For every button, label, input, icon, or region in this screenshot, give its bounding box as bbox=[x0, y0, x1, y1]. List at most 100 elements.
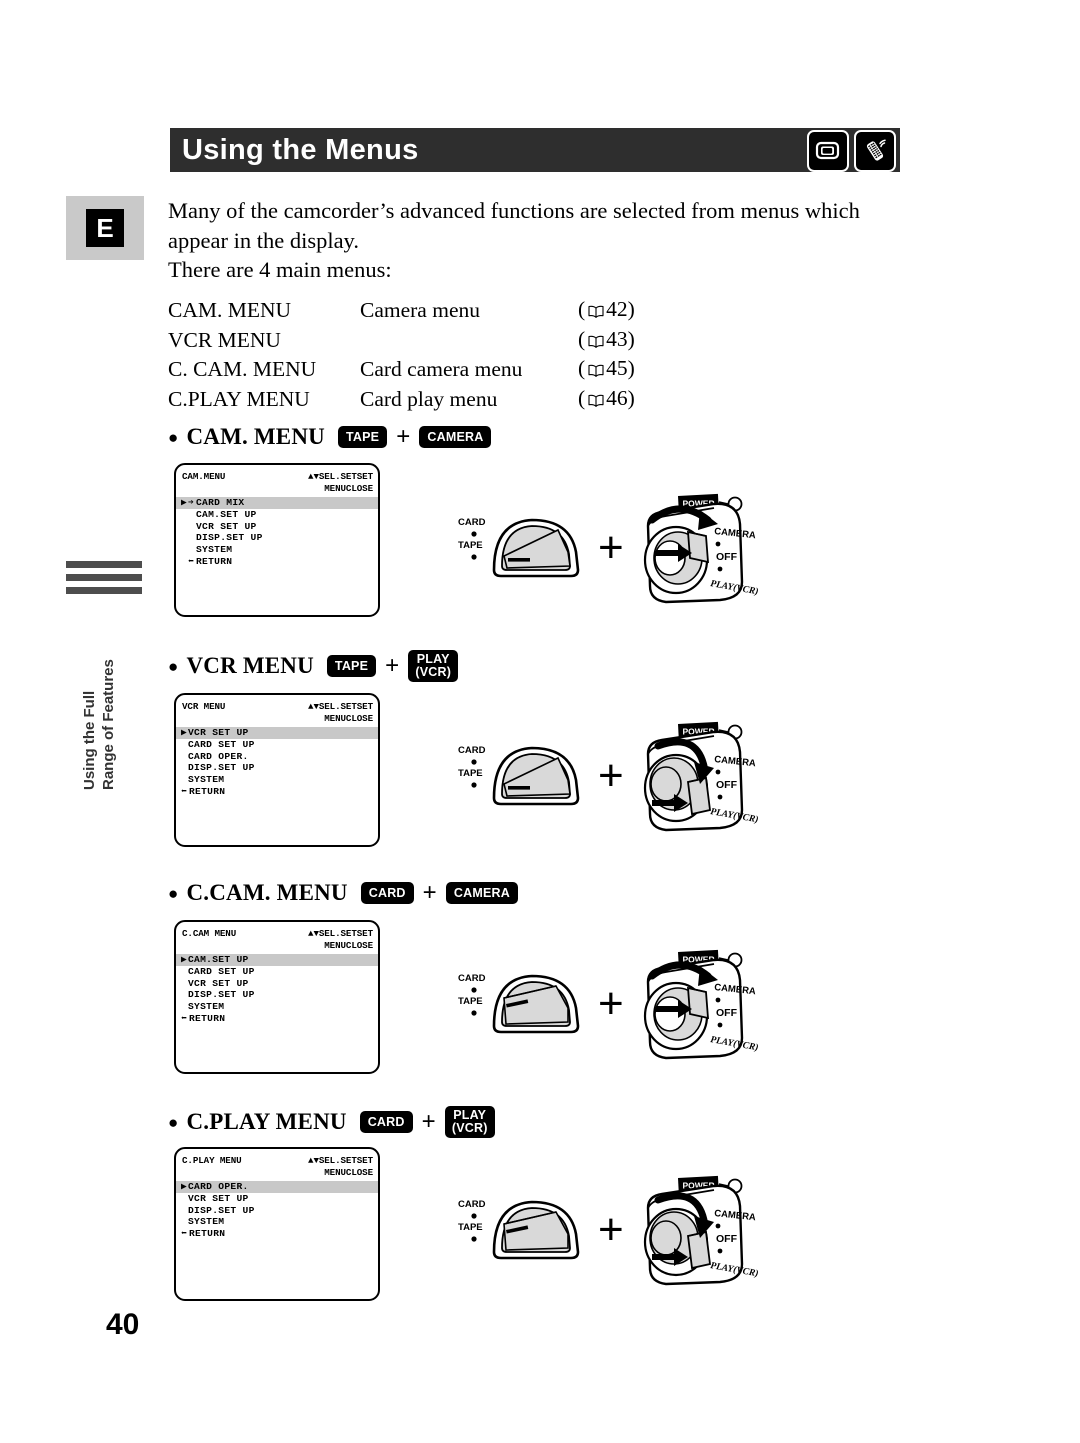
svg-text:CARD: CARD bbox=[458, 517, 486, 528]
list-item[interactable]: ▶➔ CARD MIX bbox=[176, 497, 378, 509]
section-title: C.CAM. MENU bbox=[186, 880, 348, 905]
list-item[interactable]: ⬅ RETURN bbox=[176, 556, 378, 568]
list-item[interactable]: DISP.SET UP bbox=[176, 989, 378, 1001]
menu-name: VCR MENU bbox=[168, 327, 281, 352]
book-icon bbox=[588, 328, 604, 356]
list-item[interactable]: SYSTEM bbox=[176, 774, 378, 786]
badge-label: CARD bbox=[367, 1115, 405, 1129]
language-tab-label: E bbox=[86, 209, 124, 247]
svg-text:+: + bbox=[598, 979, 624, 1028]
list-item[interactable]: CARD SET UP bbox=[176, 739, 378, 751]
list-item[interactable]: ⬅ RETURN bbox=[176, 1228, 378, 1240]
list-item-label: RETURN bbox=[196, 555, 233, 567]
svg-text:TAPE: TAPE bbox=[458, 996, 483, 1007]
svg-text:CARD: CARD bbox=[458, 1199, 486, 1210]
stripe bbox=[66, 574, 142, 581]
lcd-title: VCR MENU bbox=[182, 701, 226, 712]
list-item[interactable]: ▶VCR SET UP bbox=[176, 727, 378, 739]
list-item[interactable]: ▶CARD OPER. bbox=[176, 1181, 378, 1193]
arrow-left-icon: ⬅ bbox=[181, 1228, 188, 1240]
list-item[interactable]: DISP.SET UP bbox=[176, 532, 378, 544]
lcd-hint-line2: MENUCLOSE bbox=[324, 712, 373, 724]
menu-page-ref: (45) bbox=[578, 355, 668, 385]
list-item-label: VCR SET UP bbox=[188, 1192, 249, 1204]
badge-label: CAMERA bbox=[427, 430, 484, 444]
section-title: VCR MENU bbox=[186, 653, 314, 678]
section-heading-c-cam-menu: ● C.CAM. MENU CARD + CAMERA bbox=[168, 880, 518, 906]
list-item[interactable]: CAM.SET UP bbox=[176, 509, 378, 521]
page-number: 40 bbox=[106, 1308, 140, 1341]
lcd-hint-line2: MENUCLOSE bbox=[324, 482, 373, 494]
badge-card: CARD bbox=[360, 882, 414, 904]
bullet-icon: ● bbox=[168, 883, 179, 903]
illustration-c-cam-menu: CARD TAPE + POWER CAMERA OFF PLAY(VCR) bbox=[452, 946, 762, 1066]
list-item[interactable]: DISP.SET UP bbox=[176, 762, 378, 774]
lcd-title: C.PLAY MENU bbox=[182, 1155, 242, 1166]
list-item[interactable]: DISP.SET UP bbox=[176, 1205, 378, 1217]
cursor-icon: ▶ bbox=[181, 497, 188, 508]
list-item-label: CARD SET UP bbox=[188, 965, 255, 977]
list-item-label: DISP.SET UP bbox=[196, 532, 263, 544]
lcd-header: C.CAM MENU ▲▼SEL.SETSET MENUCLOSE bbox=[176, 922, 378, 951]
bullet-icon: ● bbox=[168, 656, 179, 676]
plus-symbol: + bbox=[421, 1108, 436, 1135]
list-item[interactable]: VCR SET UP bbox=[176, 1193, 378, 1205]
section-heading-c-play-menu: ● C.PLAY MENU CARD + PLAY (VCR) bbox=[168, 1106, 495, 1138]
list-item[interactable]: ⬅ RETURN bbox=[176, 1013, 378, 1025]
page-ref-number: 46 bbox=[606, 385, 628, 410]
menu-name: CAM. MENU bbox=[168, 298, 292, 322]
list-item-label: CARD MIX bbox=[196, 497, 245, 508]
book-icon bbox=[588, 387, 604, 415]
lcd-title: CAM.MENU bbox=[182, 471, 226, 482]
list-item-label: VCR SET UP bbox=[196, 520, 257, 532]
lcd-screen-c-cam-menu: C.CAM MENU ▲▼SEL.SETSET MENUCLOSE ▶CAM.S… bbox=[174, 920, 380, 1074]
list-item-label: RETURN bbox=[189, 1012, 226, 1024]
list-item[interactable]: ▶CAM.SET UP bbox=[176, 954, 378, 966]
list-item[interactable]: SYSTEM bbox=[176, 544, 378, 556]
lcd-hints: ▲▼SEL.SETSET MENUCLOSE bbox=[308, 471, 373, 494]
badge-label: CARD bbox=[368, 886, 406, 900]
illustration-c-play-menu: CARD TAPE + POWER CAMERA OFF PLAY(VCR) bbox=[452, 1172, 762, 1292]
lcd-hints: ▲▼SEL.SETSET MENUCLOSE bbox=[308, 1155, 373, 1178]
tape-card-dial-and-power-dial: CARD TAPE + POWER CAMERA OFF PLAY(VCR) bbox=[458, 949, 759, 1060]
list-item-label: RETURN bbox=[189, 1228, 226, 1240]
menu-desc bbox=[360, 326, 578, 356]
cursor-icon: ▶ bbox=[181, 1181, 188, 1192]
lcd-header: VCR MENU ▲▼SEL.SETSET MENUCLOSE bbox=[176, 695, 378, 724]
svg-text:CARD: CARD bbox=[458, 745, 486, 756]
main-menus-table: CAM. MENU Camera menu (42) VCR MENU (43)… bbox=[168, 296, 668, 414]
badge-tape: TAPE bbox=[326, 655, 377, 677]
svg-text:CARD: CARD bbox=[458, 973, 486, 984]
svg-text:OFF: OFF bbox=[716, 551, 738, 563]
lcd-header: CAM.MENU ▲▼SEL.SETSET MENUCLOSE bbox=[176, 465, 378, 494]
menu-name: C. CAM. MENU bbox=[168, 357, 317, 381]
lcd-item-list: ▶CARD OPER. VCR SET UP DISP.SET UP SYSTE… bbox=[176, 1181, 378, 1240]
list-item[interactable]: CARD OPER. bbox=[176, 751, 378, 763]
sidebar-chapter-label: Using the Full Range of Features bbox=[58, 600, 148, 800]
cursor-icon: ▶ bbox=[181, 954, 188, 965]
sidebar-chapter-line2: Range of Features bbox=[100, 659, 117, 790]
sidebar-chapter-line1: Using the Full bbox=[81, 690, 98, 790]
tape-card-dial-and-power-dial: CARD TAPE + POWER CAMERA OFF PLAY(VCR) bbox=[458, 1175, 759, 1286]
list-item[interactable]: CARD SET UP bbox=[176, 966, 378, 978]
list-item-label: CAM.SET UP bbox=[188, 954, 249, 965]
lcd-title: C.CAM MENU bbox=[182, 928, 237, 939]
cursor-icon: ▶ bbox=[181, 727, 188, 738]
list-item-label: RETURN bbox=[189, 785, 226, 797]
list-item[interactable]: ⬅ RETURN bbox=[176, 786, 378, 798]
lcd-screen-vcr-menu: VCR MENU ▲▼SEL.SETSET MENUCLOSE ▶VCR SET… bbox=[174, 693, 380, 847]
lcd-item-list: ▶CAM.SET UP CARD SET UP VCR SET UP DISP.… bbox=[176, 954, 378, 1025]
lcd-hint-line2: MENUCLOSE bbox=[324, 1166, 373, 1178]
list-item[interactable]: VCR SET UP bbox=[176, 521, 378, 533]
list-item[interactable]: SYSTEM bbox=[176, 1001, 378, 1013]
book-icon bbox=[588, 357, 604, 385]
table-row: C. CAM. MENU Card camera menu (45) bbox=[168, 355, 668, 385]
bullet-icon: ● bbox=[168, 1112, 179, 1132]
badge-tape: TAPE bbox=[337, 426, 388, 448]
list-item[interactable]: VCR SET UP bbox=[176, 978, 378, 990]
lcd-header: C.PLAY MENU ▲▼SEL.SETSET MENUCLOSE bbox=[176, 1149, 378, 1178]
header-icon-group bbox=[807, 130, 896, 172]
badge-play-vcr: PLAY (VCR) bbox=[408, 650, 459, 682]
list-item-label: SYSTEM bbox=[188, 774, 225, 786]
list-item[interactable]: SYSTEM bbox=[176, 1216, 378, 1228]
